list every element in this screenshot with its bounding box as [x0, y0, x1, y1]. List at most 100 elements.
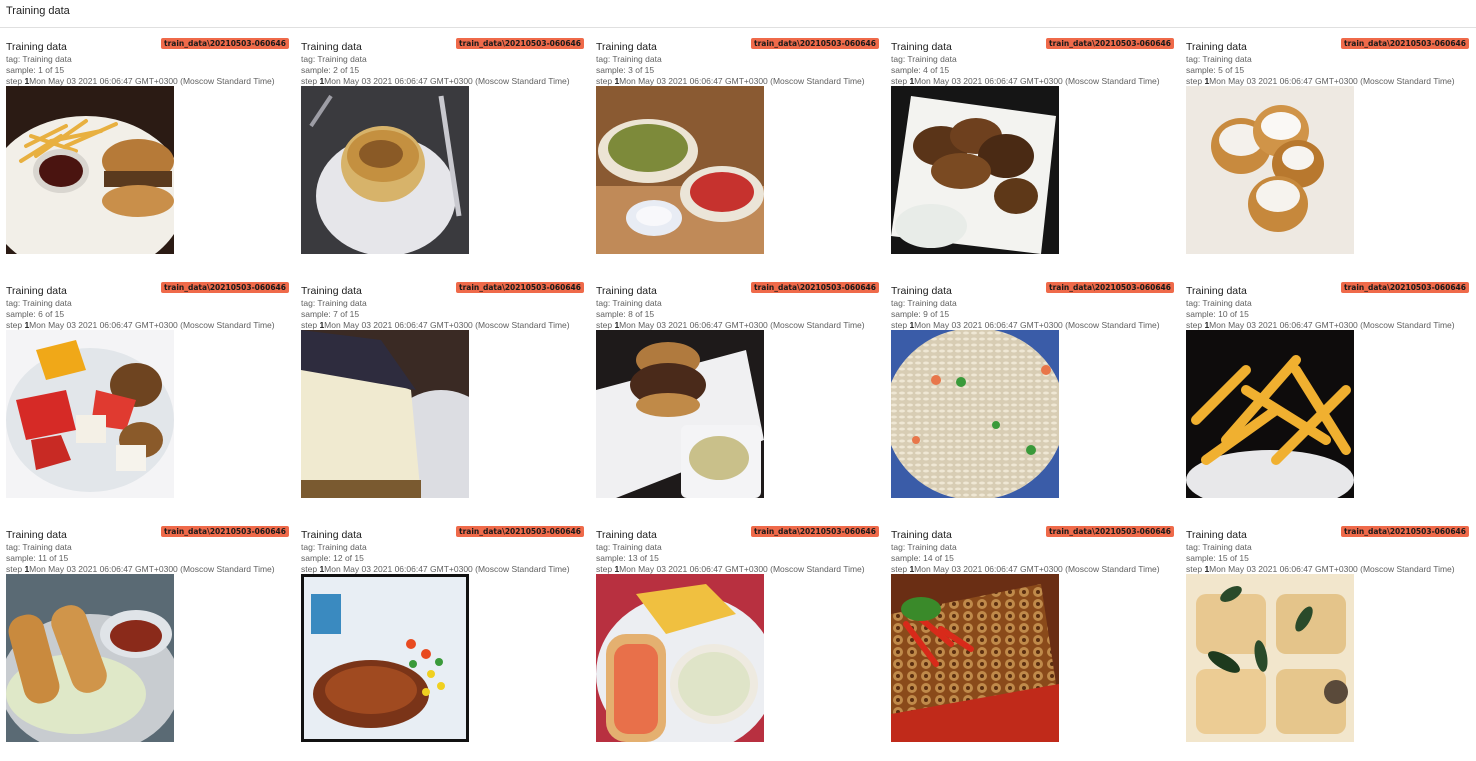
image-card: Training data train_data\20210503-060646… [295, 280, 584, 505]
burger-and-fries-image[interactable] [6, 86, 174, 254]
card-title: Training data [596, 285, 657, 297]
run-badge: train_data\20210503-060646 [751, 526, 879, 537]
salsa-dishes-image[interactable] [596, 86, 764, 254]
tag-label: tag: Training data [6, 298, 72, 308]
run-badge: train_data\20210503-060646 [1046, 282, 1174, 293]
timestamp: Mon May 03 2021 06:06:47 GMT+0300 (Mosco… [1209, 320, 1455, 330]
spring-rolls-image[interactable] [6, 574, 174, 742]
french-fries-image[interactable] [1186, 330, 1354, 498]
card-title: Training data [6, 41, 67, 53]
card-title: Training data [891, 529, 952, 541]
timestamp: Mon May 03 2021 06:06:47 GMT+0300 (Mosco… [29, 564, 275, 574]
image-card: Training data train_data\20210503-060646… [0, 280, 289, 505]
timestamp: Mon May 03 2021 06:06:47 GMT+0300 (Mosco… [619, 320, 865, 330]
page-header: Training data [0, 0, 1476, 28]
onion-soup-image[interactable] [301, 86, 469, 254]
timestamp: Mon May 03 2021 06:06:47 GMT+0300 (Mosco… [1209, 76, 1455, 86]
tag-label: tag: Training data [891, 54, 957, 64]
image-card: Training data train_data\20210503-060646… [1180, 36, 1469, 261]
run-badge: train_data\20210503-060646 [456, 38, 584, 49]
card-title: Training data [1186, 529, 1247, 541]
sample-label: sample: 3 of 15 [596, 65, 655, 75]
sample-label: sample: 15 of 15 [1186, 553, 1249, 563]
sample-label: sample: 2 of 15 [301, 65, 360, 75]
sample-label: sample: 13 of 15 [596, 553, 659, 563]
run-badge: train_data\20210503-060646 [751, 38, 879, 49]
timestamp: Mon May 03 2021 06:06:47 GMT+0300 (Mosco… [914, 320, 1160, 330]
card-title: Training data [596, 529, 657, 541]
ravioli-image[interactable] [1186, 574, 1354, 742]
sample-label: sample: 10 of 15 [1186, 309, 1249, 319]
image-card: Training data train_data\20210503-060646… [885, 36, 1174, 261]
sample-label: sample: 5 of 15 [1186, 65, 1245, 75]
run-badge: train_data\20210503-060646 [456, 526, 584, 537]
card-title: Training data [6, 285, 67, 297]
image-card: Training data train_data\20210503-060646… [295, 524, 584, 749]
run-badge: train_data\20210503-060646 [751, 282, 879, 293]
tag-label: tag: Training data [596, 298, 662, 308]
image-card: Training data train_data\20210503-060646… [885, 280, 1174, 505]
fruit-salad-image[interactable] [6, 330, 174, 498]
sample-label: sample: 9 of 15 [891, 309, 950, 319]
tag-label: tag: Training data [1186, 542, 1252, 552]
sample-label: sample: 12 of 15 [301, 553, 364, 563]
image-card: Training data train_data\20210503-060646… [0, 524, 289, 749]
lobster-roll-image[interactable] [596, 574, 764, 742]
timestamp: Mon May 03 2021 06:06:47 GMT+0300 (Mosco… [1209, 564, 1455, 574]
sample-label: sample: 8 of 15 [596, 309, 655, 319]
sample-label: sample: 1 of 15 [6, 65, 65, 75]
card-title: Training data [301, 41, 362, 53]
image-card: Training data train_data\20210503-060646… [1180, 524, 1469, 749]
tag-label: tag: Training data [6, 542, 72, 552]
tag-label: tag: Training data [1186, 54, 1252, 64]
image-card: Training data train_data\20210503-060646… [1180, 280, 1469, 505]
timestamp: Mon May 03 2021 06:06:47 GMT+0300 (Mosco… [619, 76, 865, 86]
run-badge: train_data\20210503-060646 [1341, 38, 1469, 49]
run-badge: train_data\20210503-060646 [1046, 526, 1174, 537]
timestamp: Mon May 03 2021 06:06:47 GMT+0300 (Mosco… [914, 76, 1160, 86]
tag-label: tag: Training data [891, 298, 957, 308]
timestamp: Mon May 03 2021 06:06:47 GMT+0300 (Mosco… [324, 76, 570, 86]
timestamp: Mon May 03 2021 06:06:47 GMT+0300 (Mosco… [324, 320, 570, 330]
card-title: Training data [301, 529, 362, 541]
sample-label: sample: 7 of 15 [301, 309, 360, 319]
timestamp: Mon May 03 2021 06:06:47 GMT+0300 (Mosco… [619, 564, 865, 574]
image-card: Training data train_data\20210503-060646… [0, 36, 289, 261]
beignets-image[interactable] [1186, 86, 1354, 254]
pulled-pork-sandwich-image[interactable] [596, 330, 764, 498]
page-title: Training data [6, 5, 70, 17]
run-badge: train_data\20210503-060646 [456, 282, 584, 293]
fried-rice-image[interactable] [891, 330, 1059, 498]
sample-label: sample: 14 of 15 [891, 553, 954, 563]
card-title: Training data [891, 41, 952, 53]
card-title: Training data [891, 285, 952, 297]
tag-label: tag: Training data [596, 54, 662, 64]
tag-label: tag: Training data [891, 542, 957, 552]
run-badge: train_data\20210503-060646 [1341, 526, 1469, 537]
tag-label: tag: Training data [596, 542, 662, 552]
grilled-chicken-image[interactable] [301, 574, 469, 742]
image-card: Training data train_data\20210503-060646… [590, 280, 879, 505]
timestamp: Mon May 03 2021 06:06:47 GMT+0300 (Mosco… [29, 76, 275, 86]
timestamp: Mon May 03 2021 06:06:47 GMT+0300 (Mosco… [324, 564, 570, 574]
card-title: Training data [6, 529, 67, 541]
tag-label: tag: Training data [1186, 298, 1252, 308]
escargot-image[interactable] [891, 574, 1059, 742]
run-badge: train_data\20210503-060646 [161, 38, 289, 49]
tag-label: tag: Training data [301, 298, 367, 308]
tag-label: tag: Training data [301, 542, 367, 552]
timestamp: Mon May 03 2021 06:06:47 GMT+0300 (Mosco… [914, 564, 1160, 574]
sample-label: sample: 11 of 15 [6, 553, 69, 563]
tag-label: tag: Training data [301, 54, 367, 64]
cheesecake-image[interactable] [301, 330, 469, 498]
chicken-wings-image[interactable] [891, 86, 1059, 254]
run-badge: train_data\20210503-060646 [1341, 282, 1469, 293]
sample-label: sample: 4 of 15 [891, 65, 950, 75]
timestamp: Mon May 03 2021 06:06:47 GMT+0300 (Mosco… [29, 320, 275, 330]
card-title: Training data [301, 285, 362, 297]
sample-label: sample: 6 of 15 [6, 309, 65, 319]
run-badge: train_data\20210503-060646 [1046, 38, 1174, 49]
image-card: Training data train_data\20210503-060646… [885, 524, 1174, 749]
run-badge: train_data\20210503-060646 [161, 526, 289, 537]
card-title: Training data [1186, 41, 1247, 53]
